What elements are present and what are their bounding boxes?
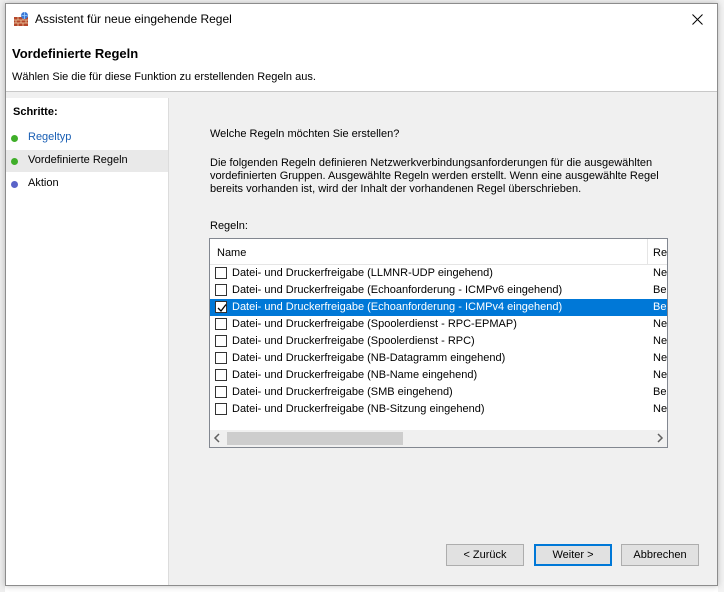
step-regeltyp[interactable]: Regeltyp bbox=[6, 127, 168, 149]
list-item-selected[interactable]: Datei- und Druckerfreigabe (Echoanforder… bbox=[210, 299, 667, 316]
description-text: Die folgenden Regeln definieren Netzwerk… bbox=[210, 157, 659, 195]
firewall-icon bbox=[13, 11, 29, 27]
step-complete-icon bbox=[11, 135, 18, 142]
steps-sidebar: Schritte: Regeltyp Vordefinierte Regeln … bbox=[6, 98, 169, 585]
window-title: Assistent für neue eingehende Regel bbox=[35, 12, 232, 26]
rule-checkbox[interactable] bbox=[215, 369, 227, 381]
rule-second-col: Be bbox=[653, 284, 667, 296]
rule-second-col: Ne bbox=[653, 403, 668, 415]
rule-second-col: Ne bbox=[653, 369, 668, 381]
scroll-right-arrow-icon[interactable] bbox=[656, 433, 664, 446]
list-item[interactable]: Datei- und Druckerfreigabe (NB-Name eing… bbox=[210, 367, 667, 384]
cancel-button[interactable]: Abbrechen bbox=[621, 544, 699, 566]
step-current-icon bbox=[11, 158, 18, 165]
rule-name: Datei- und Druckerfreigabe (Spoolerdiens… bbox=[232, 318, 517, 330]
question-text: Welche Regeln möchten Sie erstellen? bbox=[210, 128, 400, 140]
horizontal-scrollbar[interactable] bbox=[210, 430, 667, 447]
step-label: Regeltyp bbox=[28, 131, 72, 143]
rule-checkbox-checked[interactable] bbox=[215, 301, 227, 313]
rule-checkbox[interactable] bbox=[215, 335, 227, 347]
list-item[interactable]: Datei- und Druckerfreigabe (NB-Datagramm… bbox=[210, 350, 667, 367]
rule-name: Datei- und Druckerfreigabe (Spoolerdiens… bbox=[232, 335, 475, 347]
rule-name: Datei- und Druckerfreigabe (NB-Sitzung e… bbox=[232, 403, 485, 415]
rule-second-col: Be bbox=[653, 301, 667, 313]
step-label: Vordefinierte Regeln bbox=[28, 154, 128, 166]
close-icon bbox=[691, 13, 703, 25]
rule-name: Datei- und Druckerfreigabe (NB-Datagramm… bbox=[232, 352, 506, 364]
list-item[interactable]: Datei- und Druckerfreigabe (LLMNR-UDP ei… bbox=[210, 265, 667, 282]
step-aktion: Aktion bbox=[6, 173, 168, 195]
scroll-left-arrow-icon[interactable] bbox=[213, 433, 221, 446]
checkmark-icon bbox=[217, 304, 227, 312]
next-button[interactable]: Weiter > bbox=[534, 544, 612, 566]
page-header: Vordefinierte Regeln Wählen Sie die für … bbox=[6, 34, 717, 92]
rule-second-col: Ne bbox=[653, 335, 668, 347]
rule-name: Datei- und Druckerfreigabe (SMB eingehen… bbox=[232, 386, 453, 398]
page-subtitle: Wählen Sie die für diese Funktion zu ers… bbox=[12, 71, 316, 83]
scrollbar-thumb[interactable] bbox=[227, 432, 403, 445]
rule-name: Datei- und Druckerfreigabe (NB-Name eing… bbox=[232, 369, 478, 381]
background-window-right bbox=[718, 0, 724, 592]
list-item[interactable]: Datei- und Druckerfreigabe (Spoolerdiens… bbox=[210, 333, 667, 350]
steps-label: Schritte: bbox=[13, 106, 58, 118]
rule-checkbox[interactable] bbox=[215, 284, 227, 296]
main-content: Welche Regeln möchten Sie erstellen? Die… bbox=[168, 98, 717, 585]
close-button[interactable] bbox=[683, 8, 711, 30]
list-header: Name Re bbox=[210, 239, 667, 265]
rule-second-col: Ne bbox=[653, 352, 668, 364]
page-title: Vordefinierte Regeln bbox=[12, 46, 139, 61]
rule-checkbox[interactable] bbox=[215, 403, 227, 415]
rule-second-col: Ne bbox=[653, 318, 668, 330]
rules-label: Regeln: bbox=[210, 220, 248, 232]
rule-name: Datei- und Druckerfreigabe (Echoanforder… bbox=[232, 301, 563, 313]
column-header-name[interactable]: Name bbox=[217, 247, 246, 259]
step-vordefinierte-regeln[interactable]: Vordefinierte Regeln bbox=[6, 150, 168, 172]
rule-checkbox[interactable] bbox=[215, 267, 227, 279]
column-header-second[interactable]: Re bbox=[653, 247, 667, 259]
step-pending-icon bbox=[11, 181, 18, 188]
rules-list[interactable]: Name Re Datei- und Druckerfreigabe (LLMN… bbox=[209, 238, 668, 448]
rule-second-col: Ne bbox=[653, 267, 668, 279]
back-button[interactable]: < Zurück bbox=[446, 544, 524, 566]
rule-checkbox[interactable] bbox=[215, 352, 227, 364]
rule-second-col: Be bbox=[653, 386, 667, 398]
list-item[interactable]: Datei- und Druckerfreigabe (NB-Sitzung e… bbox=[210, 401, 667, 418]
step-label: Aktion bbox=[28, 177, 59, 189]
title-bar[interactable]: Assistent für neue eingehende Regel bbox=[6, 4, 717, 34]
rule-name: Datei- und Druckerfreigabe (Echoanforder… bbox=[232, 284, 563, 296]
rule-checkbox[interactable] bbox=[215, 318, 227, 330]
list-item[interactable]: Datei- und Druckerfreigabe (SMB eingehen… bbox=[210, 384, 667, 401]
list-item[interactable]: Datei- und Druckerfreigabe (Echoanforder… bbox=[210, 282, 667, 299]
rule-name: Datei- und Druckerfreigabe (LLMNR-UDP ei… bbox=[232, 267, 493, 279]
list-item[interactable]: Datei- und Druckerfreigabe (Spoolerdiens… bbox=[210, 316, 667, 333]
rule-checkbox[interactable] bbox=[215, 386, 227, 398]
wizard-dialog: Assistent für neue eingehende Regel Vord… bbox=[5, 3, 718, 586]
column-divider[interactable] bbox=[647, 239, 648, 264]
